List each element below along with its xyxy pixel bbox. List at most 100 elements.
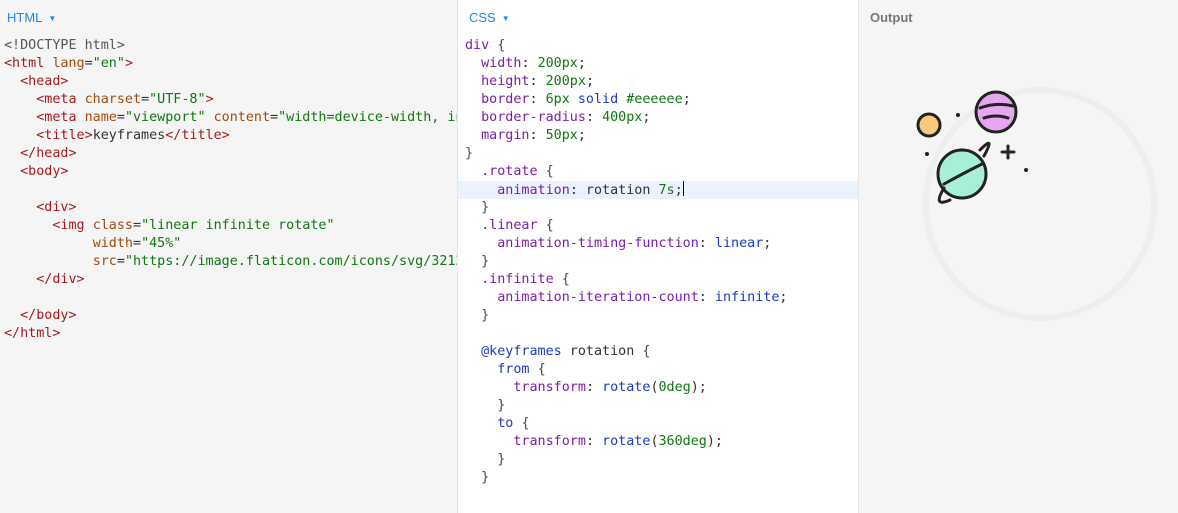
code-token: } [481,308,490,323]
css-code-line[interactable]: } [458,253,858,271]
code-token: <meta [36,110,85,125]
css-code-line[interactable]: width: 200px; [458,55,858,73]
html-code-editor[interactable]: <!DOCTYPE html> <html lang="en"> <head> <… [0,34,457,343]
html-code-line[interactable]: width="45%" [4,235,457,253]
code-token: ; [682,92,691,107]
code-token: width [481,56,522,71]
css-code-line[interactable]: @keyframes rotation { [458,343,858,361]
code-token: </title> [165,128,230,143]
css-code-line[interactable]: transform: rotate(360deg); [458,433,858,451]
html-code-line[interactable]: <meta name="viewport" content="width=dev… [4,109,457,127]
code-token: to [497,416,514,431]
css-tab-dropdown[interactable]: CSS ▼ [469,10,510,25]
html-code-line[interactable]: <!DOCTYPE html> [4,37,457,55]
code-token: ; [674,183,683,198]
html-code-line[interactable]: <body> [4,163,457,181]
html-code-line[interactable]: <html lang="en"> [4,55,457,73]
css-code-line[interactable]: animation-timing-function: linear; [458,235,858,253]
css-code-line[interactable]: } [458,307,858,325]
html-tab-dropdown[interactable]: HTML ▼ [7,10,56,25]
code-token: <html [4,56,53,71]
css-code-line[interactable]: height: 200px; [458,73,858,91]
html-code-line[interactable]: </head> [4,145,457,163]
code-token: "linear infinite rotate" [141,218,335,233]
code-token: "viewport" [124,110,206,125]
css-code-line[interactable]: transform: rotate(0deg); [458,379,858,397]
code-token: 6px [545,92,570,107]
css-code-line[interactable]: .rotate { [458,163,858,181]
css-code-line[interactable]: border: 6px solid #eeeeee; [458,91,858,109]
code-token: name [84,110,117,125]
code-token: = [116,254,125,269]
html-code-line[interactable] [4,289,457,307]
code-token: "width=device-width, initial-scale=1.0" [278,110,457,125]
code-token: transform [513,434,586,449]
html-code-line[interactable] [4,181,457,199]
code-token: 200px [537,56,578,71]
css-code-line[interactable]: to { [458,415,858,433]
code-token: ; [763,236,772,251]
css-code-line[interactable] [458,325,858,343]
code-token: } [497,398,506,413]
css-code-line[interactable]: .linear { [458,217,858,235]
html-code-line[interactable]: <img class="linear infinite rotate" [4,217,457,235]
css-code-line[interactable]: .infinite { [458,271,858,289]
css-code-line[interactable]: border-radius: 400px; [458,109,858,127]
code-token: : [521,56,538,71]
code-token: border-radius [481,110,586,125]
css-code-line[interactable]: from { [458,361,858,379]
code-token: margin [481,128,530,143]
code-token: : [698,236,715,251]
code-token: charset [84,92,142,107]
html-code-line[interactable]: src="https://image.flaticon.com/icons/sv… [4,253,457,271]
code-token: 50px [545,128,578,143]
code-token: : [529,74,546,89]
code-token: .rotate [481,164,538,179]
html-code-line[interactable]: </div> [4,271,457,289]
code-token: : [585,380,603,395]
html-code-line[interactable]: <div> [4,199,457,217]
code-token: 360deg [658,434,707,449]
code-token: { [545,218,554,233]
css-code-editor[interactable]: div { width: 200px; height: 200px; borde… [458,34,858,487]
html-code-line[interactable]: <head> [4,73,457,91]
code-token: : rotation [569,183,659,198]
html-code-line[interactable]: </body> [4,307,457,325]
css-code-line[interactable]: } [458,469,858,487]
html-editor-pane: HTML ▼ <!DOCTYPE html> <html lang="en"> <h… [0,0,458,513]
code-token: <meta [36,92,85,107]
css-code-line[interactable]: margin: 50px; [458,127,858,145]
code-token: .linear [481,218,538,233]
code-token: lang [52,56,85,71]
html-code-line[interactable]: <title>keyframes</title> [4,127,457,145]
css-code-line[interactable]: } [458,199,858,217]
html-code-line[interactable]: </html> [4,325,457,343]
code-token: = [116,110,125,125]
code-token: "UTF-8" [149,92,206,107]
code-token: 7s [658,183,675,198]
css-code-line[interactable]: animation-iteration-count: infinite; [458,289,858,307]
code-token: : [585,434,603,449]
code-token: #eeeeee [626,92,683,107]
css-code-line[interactable]: } [458,145,858,163]
code-token: <title> [36,128,93,143]
css-code-line[interactable]: animation: rotation 7s; [458,181,858,199]
code-token: <body> [20,164,69,179]
code-token: </body> [20,308,77,323]
css-code-line[interactable]: div { [458,37,858,55]
output-title: Output [870,10,913,25]
html-code-line[interactable]: <meta charset="UTF-8"> [4,91,457,109]
css-code-line[interactable]: } [458,451,858,469]
code-token: <head> [20,74,69,89]
css-code-line[interactable]: } [458,397,858,415]
